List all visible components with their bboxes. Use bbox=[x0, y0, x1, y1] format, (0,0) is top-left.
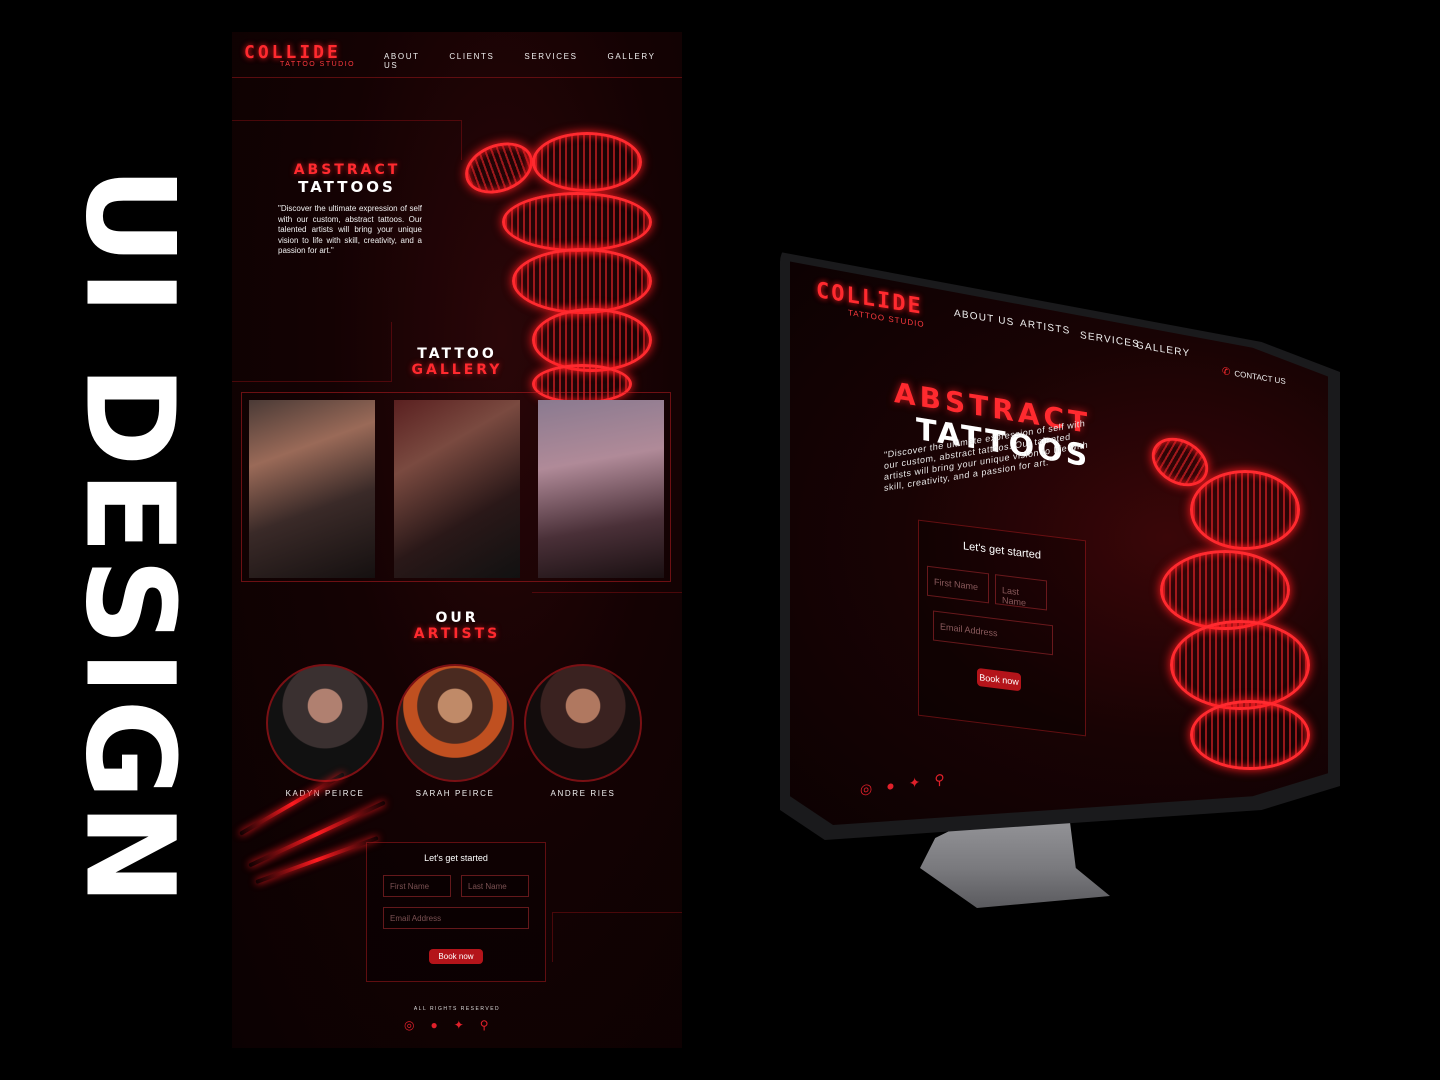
logo[interactable]: COLLIDE TATTOO STUDIO bbox=[244, 42, 355, 68]
monitor-social-links: ◎ ● ✦ ⚲ bbox=[860, 771, 945, 798]
monitor-mockup: COLLIDE TATTOO STUDIO ABOUT US ARTISTS S… bbox=[780, 240, 1340, 840]
gallery-photo-arm-tattoo[interactable] bbox=[394, 400, 520, 578]
instagram-icon[interactable]: ◎ bbox=[404, 1018, 414, 1032]
form-title: Let's get started bbox=[424, 853, 488, 863]
snake-segment bbox=[512, 248, 652, 314]
circuit-line bbox=[232, 120, 462, 160]
logo-sub: TATTOO STUDIO bbox=[280, 61, 356, 68]
monitor-snake-segment bbox=[1190, 470, 1300, 550]
monitor-snake-segment bbox=[1170, 620, 1310, 710]
vertical-title: UI DESIGN bbox=[59, 70, 202, 1006]
twitter-icon[interactable]: ✦ bbox=[909, 774, 921, 792]
monitor-snake-segment bbox=[1190, 700, 1310, 770]
artist-name-andre: ANDRE RIES bbox=[550, 789, 616, 798]
phone-icon: ✆ bbox=[1222, 366, 1231, 379]
hero-title-white: TATTOOS bbox=[298, 178, 396, 196]
monitor-contact[interactable]: ✆ CONTACT US bbox=[1222, 366, 1286, 387]
nav-item-about-us[interactable]: ABOUT US bbox=[384, 52, 419, 70]
monitor-book-now-button[interactable]: Book now bbox=[977, 667, 1021, 692]
last-name-field[interactable]: Last Name bbox=[461, 875, 529, 897]
monitor-screen: COLLIDE TATTOO STUDIO ABOUT US ARTISTS S… bbox=[790, 261, 1328, 825]
monitor-form-title: Let's get started bbox=[963, 540, 1041, 562]
artist-avatar-kadyn[interactable] bbox=[266, 664, 384, 782]
artist-avatar-sarah[interactable] bbox=[396, 664, 514, 782]
first-name-field[interactable]: First Name bbox=[383, 875, 451, 897]
artists-title-red: ARTISTS bbox=[413, 626, 501, 642]
nav-bar: COLLIDE TATTOO STUDIO ABOUT US CLIENTS S… bbox=[232, 32, 682, 78]
social-links: ◎ ● ✦ ⚲ bbox=[404, 1018, 489, 1032]
artist-name-kadyn: KADYN PEIRCE bbox=[285, 789, 365, 798]
artist-name-sarah: SARAH PEIRCE bbox=[415, 789, 495, 798]
monitor-nav-gallery[interactable]: GALLERY bbox=[1136, 340, 1190, 360]
footer-rights: ALL RIGHTS RESERVED bbox=[413, 1006, 501, 1012]
monitor-email-field[interactable]: Email Address bbox=[933, 610, 1053, 656]
monitor-logo[interactable]: COLLIDE TATTOO STUDIO bbox=[816, 278, 925, 329]
circuit-line bbox=[232, 322, 392, 382]
circuit-line bbox=[552, 912, 682, 962]
artists-title-white: OUR bbox=[435, 610, 479, 626]
location-pin-icon[interactable]: ⚲ bbox=[934, 771, 944, 789]
snake-segment bbox=[532, 132, 642, 192]
gallery-title-red: GALLERY bbox=[411, 362, 503, 378]
snake-segment bbox=[532, 308, 652, 372]
artists-title: OUR ARTISTS bbox=[382, 610, 532, 642]
booking-form: Let's get started First Name Last Name E… bbox=[366, 842, 546, 982]
hero-title: ABSTRACT TATTOOS bbox=[272, 162, 422, 196]
monitor-nav-artists[interactable]: ARTISTS bbox=[1020, 318, 1070, 337]
gallery-photo-neck-tattoo[interactable] bbox=[249, 400, 375, 578]
facebook-icon[interactable]: ● bbox=[430, 1018, 437, 1032]
monitor-nav-about-us[interactable]: ABOUT US bbox=[954, 308, 1015, 329]
twitter-icon[interactable]: ✦ bbox=[454, 1018, 464, 1032]
hero-description: "Discover the ultimate expression of sel… bbox=[278, 204, 422, 255]
email-field[interactable]: Email Address bbox=[383, 907, 529, 929]
vertical-title-text: UI DESIGN bbox=[59, 166, 202, 910]
nav-item-services[interactable]: SERVICES bbox=[524, 52, 577, 70]
monitor-contact-label: CONTACT US bbox=[1234, 368, 1286, 387]
artist-avatar-andre[interactable] bbox=[524, 664, 642, 782]
location-pin-icon[interactable]: ⚲ bbox=[480, 1018, 489, 1032]
monitor-booking-form: Let's get started First Name Last Name E… bbox=[918, 519, 1086, 737]
monitor-snake-segment bbox=[1160, 550, 1290, 630]
book-now-button[interactable]: Book now bbox=[429, 949, 483, 964]
monitor-first-name-field[interactable]: First Name bbox=[927, 565, 989, 604]
claw-mark bbox=[255, 835, 379, 885]
instagram-icon[interactable]: ◎ bbox=[860, 780, 872, 799]
nav-item-gallery[interactable]: GALLERY bbox=[608, 52, 656, 70]
nav-items: ABOUT US CLIENTS SERVICES GALLERY bbox=[384, 52, 682, 70]
circuit-line bbox=[532, 592, 682, 652]
page-mockup: COLLIDE TATTOO STUDIO ABOUT US CLIENTS S… bbox=[232, 32, 682, 1048]
gallery-title-white: TATTOO bbox=[417, 346, 497, 362]
monitor-nav-services[interactable]: SERVICES bbox=[1080, 330, 1140, 351]
monitor-last-name-field[interactable]: Last Name bbox=[995, 574, 1047, 611]
snake-segment bbox=[502, 192, 652, 252]
snake-head bbox=[457, 133, 541, 203]
hero-title-red: ABSTRACT bbox=[293, 162, 401, 178]
nav-item-clients[interactable]: CLIENTS bbox=[449, 52, 494, 70]
gallery-photo-hand-tattoo[interactable] bbox=[538, 400, 664, 578]
logo-main: COLLIDE bbox=[244, 42, 341, 63]
gallery-title: TATTOO GALLERY bbox=[382, 346, 532, 378]
facebook-icon[interactable]: ● bbox=[886, 777, 894, 795]
